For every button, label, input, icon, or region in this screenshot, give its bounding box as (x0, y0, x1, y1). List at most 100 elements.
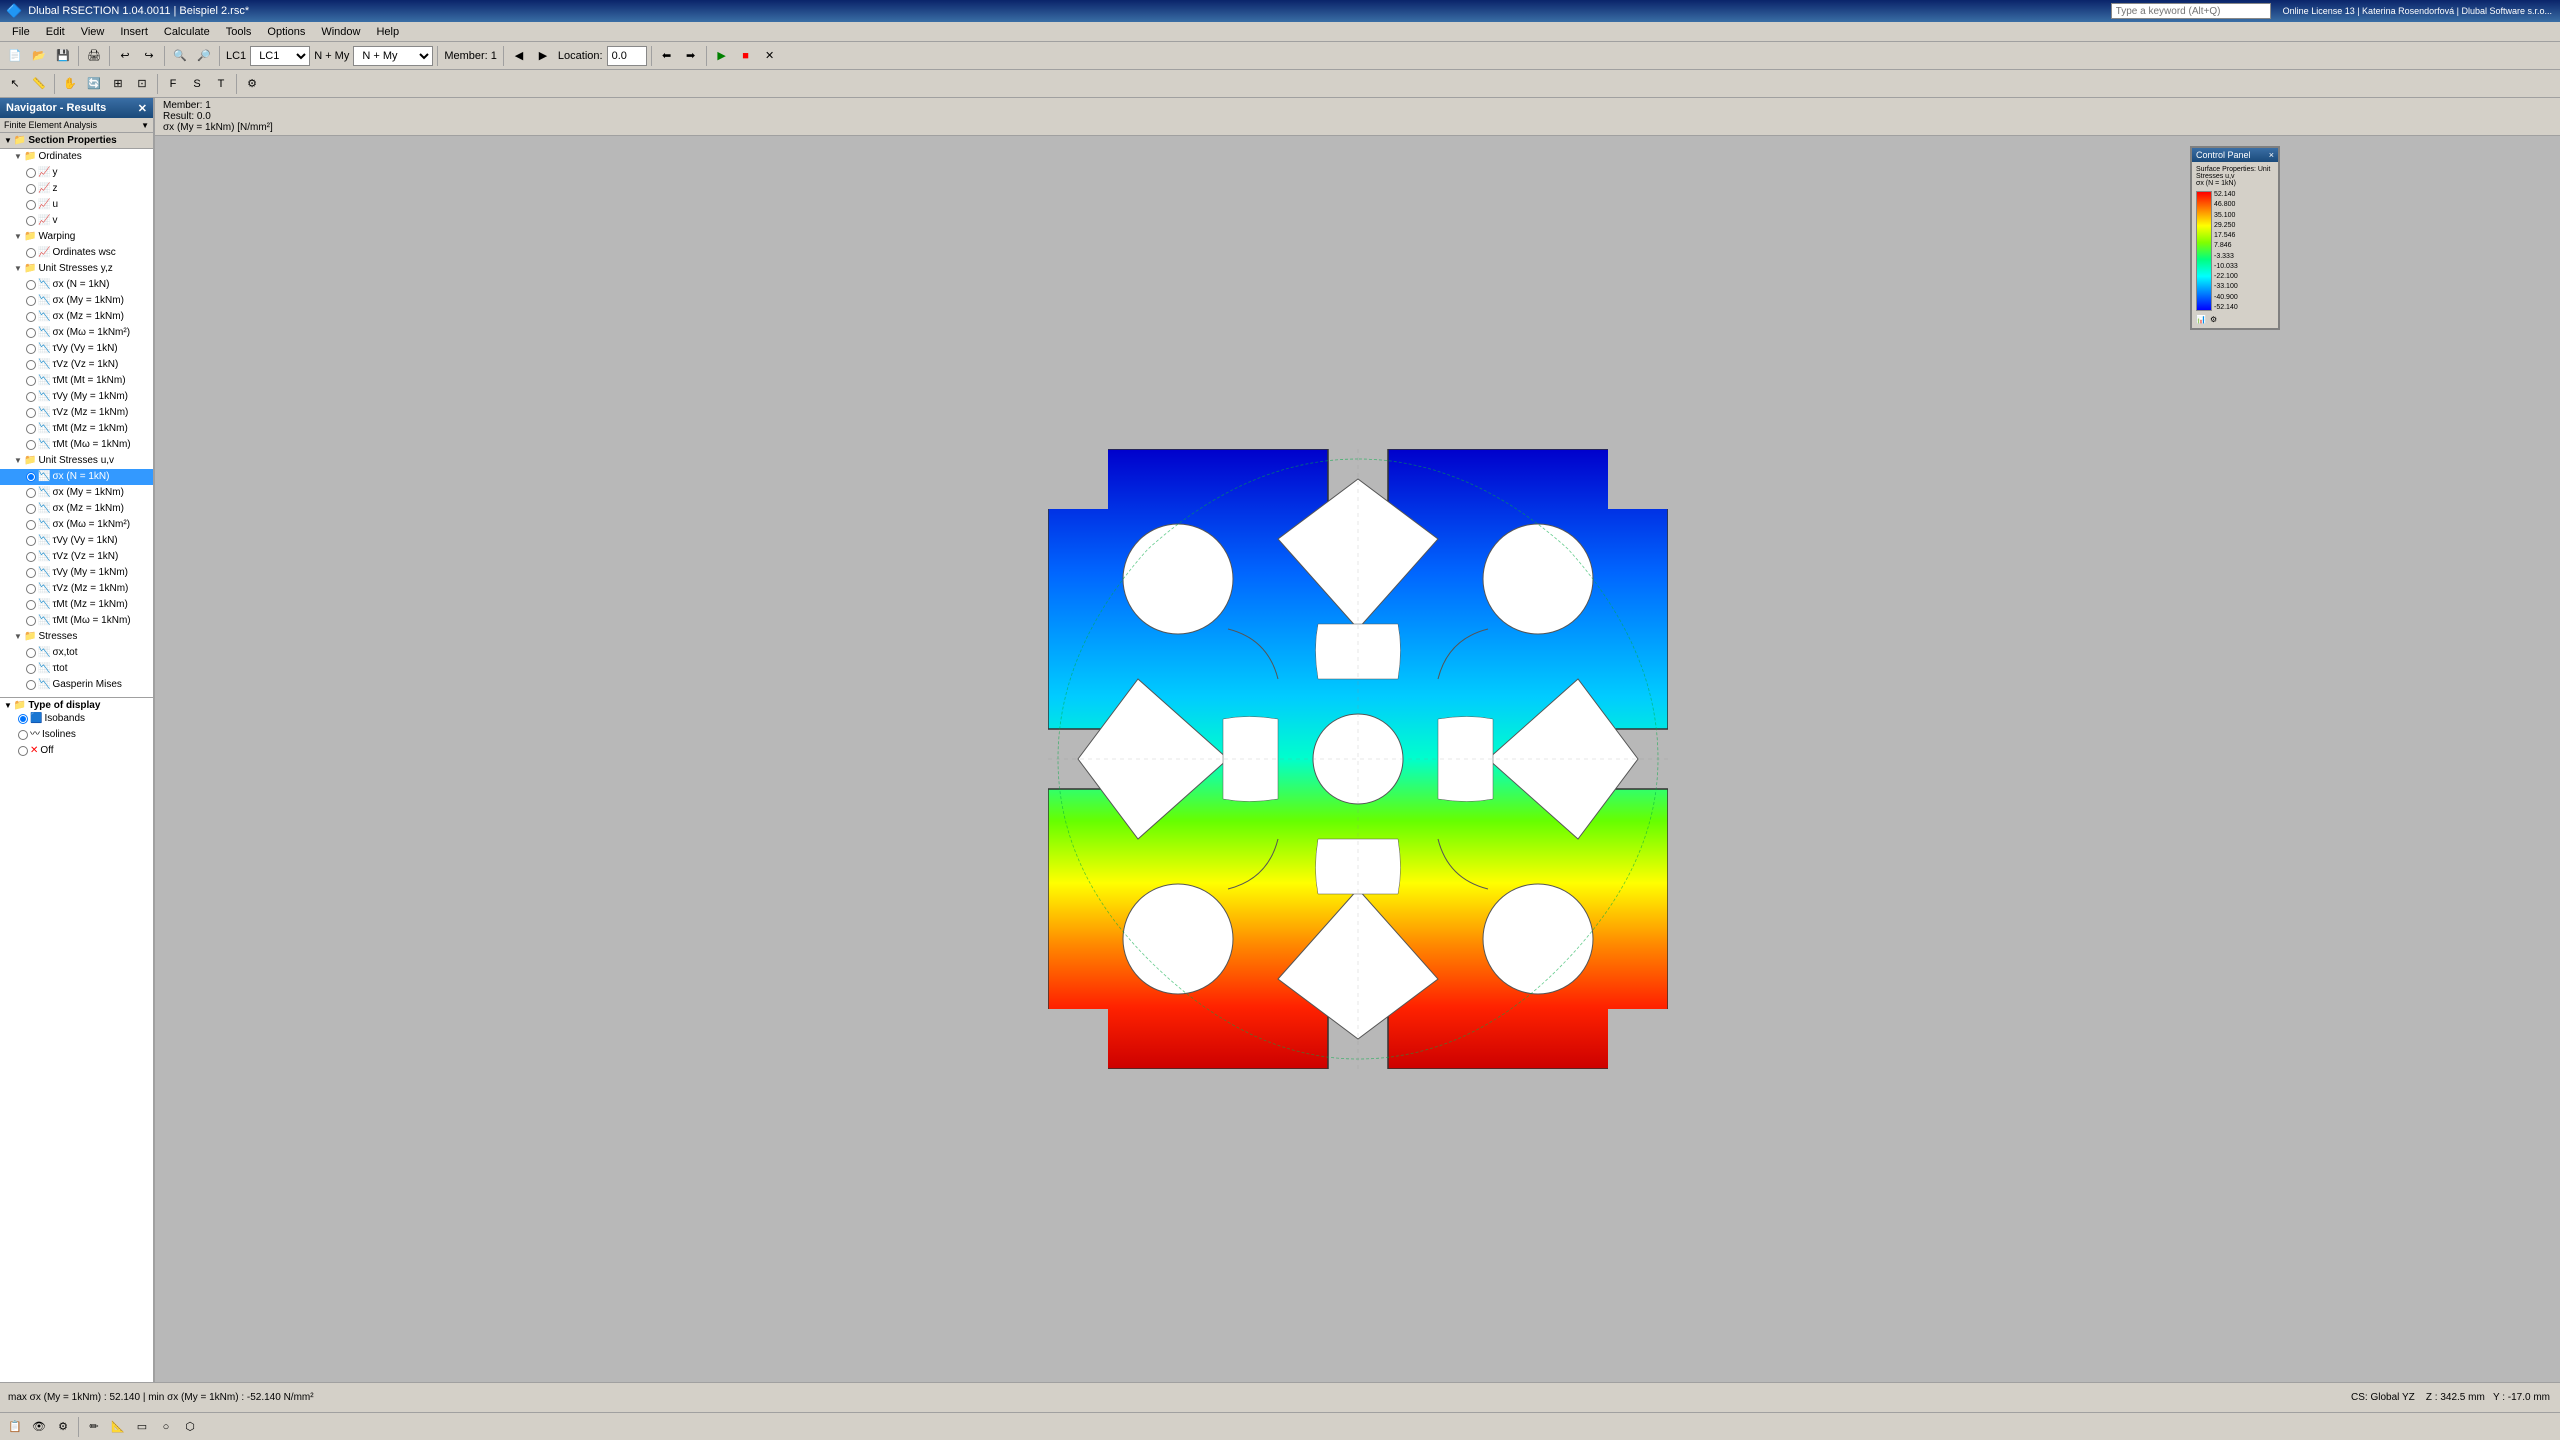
menu-item-insert[interactable]: Insert (112, 24, 156, 40)
measure-button[interactable]: 📏 (28, 73, 50, 95)
tree-v[interactable]: 📈 v (0, 213, 153, 229)
tree-sigma-mz-uv[interactable]: 📉 σx (Mz = 1kNm) (0, 501, 153, 517)
radio-sigma-mz-yz[interactable] (26, 312, 36, 322)
tree-tau-mt-yz[interactable]: 📉 τMt (Mt = 1kNm) (0, 373, 153, 389)
cp-icon1[interactable]: 📊 (2196, 315, 2206, 324)
radio-sigma-my-yz[interactable] (26, 296, 36, 306)
zoom-out-button[interactable]: 🔎 (193, 45, 215, 67)
menu-item-window[interactable]: Window (313, 24, 368, 40)
tree-warping-folder[interactable]: ▼ 📁 Warping (0, 229, 153, 245)
radio-y[interactable] (26, 168, 36, 178)
zoom-fit-button[interactable]: ⊞ (107, 73, 129, 95)
tree-tau-mt-mz-uv[interactable]: 📉 τMt (Mz = 1kNm) (0, 597, 153, 613)
bottom-results-button[interactable]: 📋 (4, 1416, 26, 1438)
cp-icon2[interactable]: ⚙ (2210, 315, 2217, 324)
tree-tau-vy-my[interactable]: 📉 τVy (My = 1kNm) (0, 389, 153, 405)
radio-tau-vy-my[interactable] (26, 392, 36, 402)
toggle-uv[interactable]: ▼ (14, 454, 24, 468)
radio-gasperin[interactable] (26, 680, 36, 690)
tree-sigma-mw-uv[interactable]: 📉 σx (Mω = 1kNm²) (0, 517, 153, 533)
navigator-close-icon[interactable]: ✕ (138, 102, 147, 115)
radio-tau-vz[interactable] (26, 360, 36, 370)
tree-toggle-warping[interactable]: ▼ (14, 230, 24, 244)
bottom-settings-button[interactable]: ⚙ (52, 1416, 74, 1438)
menu-item-edit[interactable]: Edit (38, 24, 73, 40)
nav-prev-button[interactable]: ⬅ (656, 45, 678, 67)
tree-y[interactable]: 📈 y (0, 165, 153, 181)
sp-expand-icon[interactable]: ▼ (4, 136, 12, 145)
tree-sigma-my-yz[interactable]: 📉 σx (My = 1kNm) (0, 293, 153, 309)
rotate-button[interactable]: 🔄 (83, 73, 105, 95)
tree-gasperin[interactable]: 📉 Gasperin Mises (0, 677, 153, 693)
undo-button[interactable]: ↩ (114, 45, 136, 67)
radio-isolines[interactable] (18, 730, 28, 740)
radio-tau-mt-yz[interactable] (26, 376, 36, 386)
radio-isobands[interactable] (18, 714, 28, 724)
display-isobands[interactable]: 🟦 Isobands (4, 711, 149, 727)
menu-item-view[interactable]: View (73, 24, 113, 40)
select-button[interactable]: ↖ (4, 73, 26, 95)
navigator-tab[interactable]: Finite Element Analysis ▼ (0, 118, 153, 133)
radio-u[interactable] (26, 200, 36, 210)
radio-tau-vy-uv[interactable] (26, 536, 36, 546)
tree-tau-mt-mw-uv[interactable]: 📉 τMt (Mω = 1kNm) (0, 613, 153, 629)
radio-tau-vy-my-uv[interactable] (26, 568, 36, 578)
menu-item-file[interactable]: File (4, 24, 38, 40)
bottom-draw1[interactable]: ✏ (83, 1416, 105, 1438)
radio-tau-vz-uv[interactable] (26, 552, 36, 562)
radio-tau-vz-mz[interactable] (26, 408, 36, 418)
menu-item-calculate[interactable]: Calculate (156, 24, 218, 40)
print-button[interactable]: 🖨 (83, 45, 105, 67)
radio-tau-vy[interactable] (26, 344, 36, 354)
radio-tau-mt-mz[interactable] (26, 424, 36, 434)
radio-tau-mt-mz-uv[interactable] (26, 600, 36, 610)
tree-sigma-mw-yz[interactable]: 📉 σx (Mω = 1kNm²) (0, 325, 153, 341)
tree-tau-mt-mw[interactable]: 📉 τMt (Mω = 1kNm) (0, 437, 153, 453)
tree-tau-tot[interactable]: 📉 τtot (0, 661, 153, 677)
zoom-in-button[interactable]: 🔍 (169, 45, 191, 67)
lc-combo[interactable]: LC1 (250, 46, 310, 66)
radio-tau-mt-mw-uv[interactable] (26, 616, 36, 626)
start-calc-button[interactable]: ▶ (711, 45, 733, 67)
tree-unit-stresses-uv-folder[interactable]: ▼ 📁 Unit Stresses u,v (0, 453, 153, 469)
move-button[interactable]: ✋ (59, 73, 81, 95)
tree-u[interactable]: 📈 u (0, 197, 153, 213)
bottom-draw5[interactable]: ⬡ (179, 1416, 201, 1438)
radio-sigma-xtot[interactable] (26, 648, 36, 658)
tree-ordinates-folder[interactable]: ▼ 📁 Ordinates (0, 149, 153, 165)
display-off[interactable]: ✕ Off (4, 743, 149, 759)
menu-item-help[interactable]: Help (368, 24, 407, 40)
tree-z[interactable]: 📈 z (0, 181, 153, 197)
tree-unit-stresses-yz-folder[interactable]: ▼ 📁 Unit Stresses y,z (0, 261, 153, 277)
cp-close-button[interactable]: × (2269, 150, 2274, 160)
radio-sigma-mw-yz[interactable] (26, 328, 36, 338)
properties-button[interactable]: ⚙ (241, 73, 263, 95)
view-side-button[interactable]: S (186, 73, 208, 95)
tree-sigma-n-uv-selected[interactable]: 📉 σx (N = 1kN) (0, 469, 153, 485)
display-isolines[interactable]: 〰 Isolines (4, 727, 149, 743)
toggle-stresses[interactable]: ▼ (14, 630, 24, 644)
view-top-button[interactable]: T (210, 73, 232, 95)
radio-z[interactable] (26, 184, 36, 194)
redo-button[interactable]: ↪ (138, 45, 160, 67)
zoom-window-button[interactable]: ⊡ (131, 73, 153, 95)
canvas-viewport[interactable]: Control Panel × Surface Properties: Unit… (155, 136, 2560, 1382)
search-input[interactable] (2111, 3, 2271, 19)
radio-sigma-mz-uv[interactable] (26, 504, 36, 514)
radio-sigma-n-uv[interactable] (26, 472, 36, 482)
radio-v[interactable] (26, 216, 36, 226)
view-front-button[interactable]: F (162, 73, 184, 95)
radio-tau-mt-mw[interactable] (26, 440, 36, 450)
radio-sigma-my-uv[interactable] (26, 488, 36, 498)
save-button[interactable]: 💾 (52, 45, 74, 67)
open-button[interactable]: 📂 (28, 45, 50, 67)
radio-tau-tot[interactable] (26, 664, 36, 674)
bottom-draw2[interactable]: 📐 (107, 1416, 129, 1438)
tree-stresses-folder[interactable]: ▼ 📁 Stresses (0, 629, 153, 645)
tree-sigma-xtot[interactable]: 📉 σx,tot (0, 645, 153, 661)
radio-sigma-n-yz[interactable] (26, 280, 36, 290)
radio-tau-vz-mz-uv[interactable] (26, 584, 36, 594)
tree-sigma-my-uv[interactable]: 📉 σx (My = 1kNm) (0, 485, 153, 501)
new-button[interactable]: 📄 (4, 45, 26, 67)
tree-toggle-ordinates[interactable]: ▼ (14, 150, 24, 164)
